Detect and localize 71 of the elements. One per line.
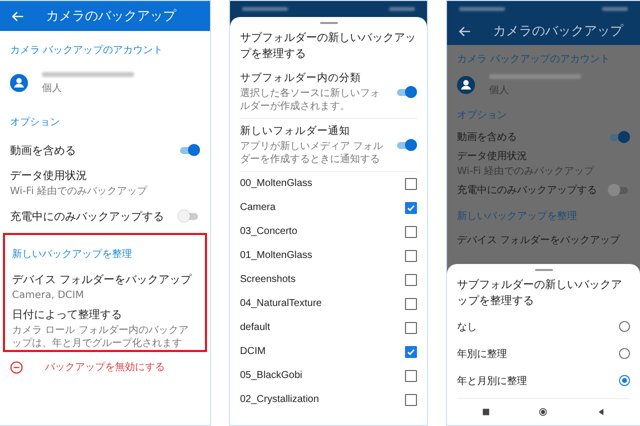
checkbox[interactable]	[405, 202, 417, 214]
screen-title: カメラのバックアップ	[493, 23, 623, 40]
toggle-switch[interactable]	[395, 138, 417, 151]
folder-name: 05_BlackGobi	[240, 370, 302, 382]
toggle-switch[interactable]	[178, 210, 200, 222]
blurred-status-drawing	[602, 7, 628, 11]
toggle-switch[interactable]	[608, 184, 630, 196]
disable-backup-link[interactable]: バックアップを無効にする	[45, 360, 165, 374]
back-icon[interactable]	[597, 408, 606, 416]
checkbox[interactable]	[405, 346, 417, 358]
sheet-handle[interactable]	[320, 22, 338, 24]
folder-name: default	[240, 322, 270, 334]
setting-description: アプリが新しいメディア フォルダーを作成するときに通知する	[240, 140, 384, 166]
section-header: オプション	[457, 108, 508, 123]
folder-name: DCIM	[240, 346, 266, 358]
radio-button[interactable]	[619, 348, 630, 359]
checkbox[interactable]	[405, 178, 417, 190]
option-label[interactable]: 年と月別に整理	[457, 374, 527, 388]
folder-name: 01_MoltenGlass	[240, 250, 312, 262]
section-header: カメラ バックアップのアカウント	[10, 44, 164, 58]
blurred-status-drawing	[459, 7, 505, 11]
setting-label[interactable]: データ使用状況	[10, 168, 148, 183]
checkbox[interactable]	[405, 370, 417, 382]
setting-label: 新しいフォルダー通知	[240, 124, 351, 138]
folder-name: 04_NaturalTexture	[240, 298, 322, 310]
toggle-switch[interactable]	[608, 131, 630, 143]
screen-title: カメラのバックアップ	[46, 8, 176, 25]
avatar-icon	[457, 76, 475, 94]
option-label[interactable]: 年別に整理	[457, 346, 507, 360]
folder-name: 03_Concerto	[240, 226, 298, 238]
checkbox[interactable]	[405, 298, 417, 310]
setting-label: 動画を含める	[457, 130, 517, 144]
setting-label[interactable]: デバイス フォルダーをバックアップ	[12, 272, 192, 287]
section-header: 新しいバックアップを整理	[457, 210, 578, 224]
setting-label: サブフォルダー内の分類	[240, 70, 362, 85]
sheet-handle[interactable]	[534, 269, 552, 272]
checkbox[interactable]	[405, 250, 417, 262]
recent-apps-icon[interactable]	[482, 408, 490, 416]
sheet-title: サブフォルダーの新しいバックアップを整理する	[457, 277, 623, 310]
radio-button[interactable]	[619, 321, 630, 332]
setting-description: 選択した各ソースに新しいフォルダーが作成されます。	[240, 86, 381, 113]
home-icon[interactable]	[539, 408, 548, 416]
blurred-status-drawing	[389, 7, 415, 11]
toggle-switch[interactable]	[395, 86, 417, 98]
checkbox[interactable]	[405, 394, 417, 406]
blurred-status-drawing	[242, 7, 288, 11]
setting-description: Camera, DCIM	[12, 289, 85, 302]
folder-name: Screenshots	[240, 274, 296, 286]
setting-label: 動画を含める	[10, 142, 76, 158]
section-header: カメラ バックアップのアカウント	[457, 52, 612, 67]
checkbox[interactable]	[405, 274, 417, 286]
setting-description: カメラ ロール フォルダー内のバックアップは、年と月でグループ化されます	[12, 324, 190, 350]
section-header: オプション	[10, 116, 61, 130]
option-label[interactable]: なし	[457, 320, 477, 334]
back-arrow-icon[interactable]	[459, 26, 471, 36]
setting-label: 充電中にのみバックアップする	[457, 184, 597, 197]
toggle-switch[interactable]	[178, 144, 200, 156]
setting-label: 充電中にのみバックアップする	[10, 208, 164, 224]
folder-name: 00_MoltenGlass	[240, 178, 312, 190]
minus-circle-icon	[10, 360, 23, 374]
setting-description: Wi-Fi 経由でのみバックアップ	[10, 185, 148, 198]
folder-name: Camera	[240, 202, 276, 214]
radio-button[interactable]	[619, 375, 630, 386]
avatar-icon	[10, 74, 28, 92]
account-type: 個人	[42, 82, 63, 94]
checkbox[interactable]	[405, 322, 417, 334]
sheet-title: サブフォルダーの新しいバックアップを整理する	[240, 30, 417, 62]
checkbox[interactable]	[405, 226, 417, 238]
setting-label[interactable]: 日付によって整理する	[12, 307, 198, 322]
folder-name: 02_Crystallization	[240, 394, 319, 406]
section-header: 新しいバックアップを整理	[12, 248, 133, 262]
